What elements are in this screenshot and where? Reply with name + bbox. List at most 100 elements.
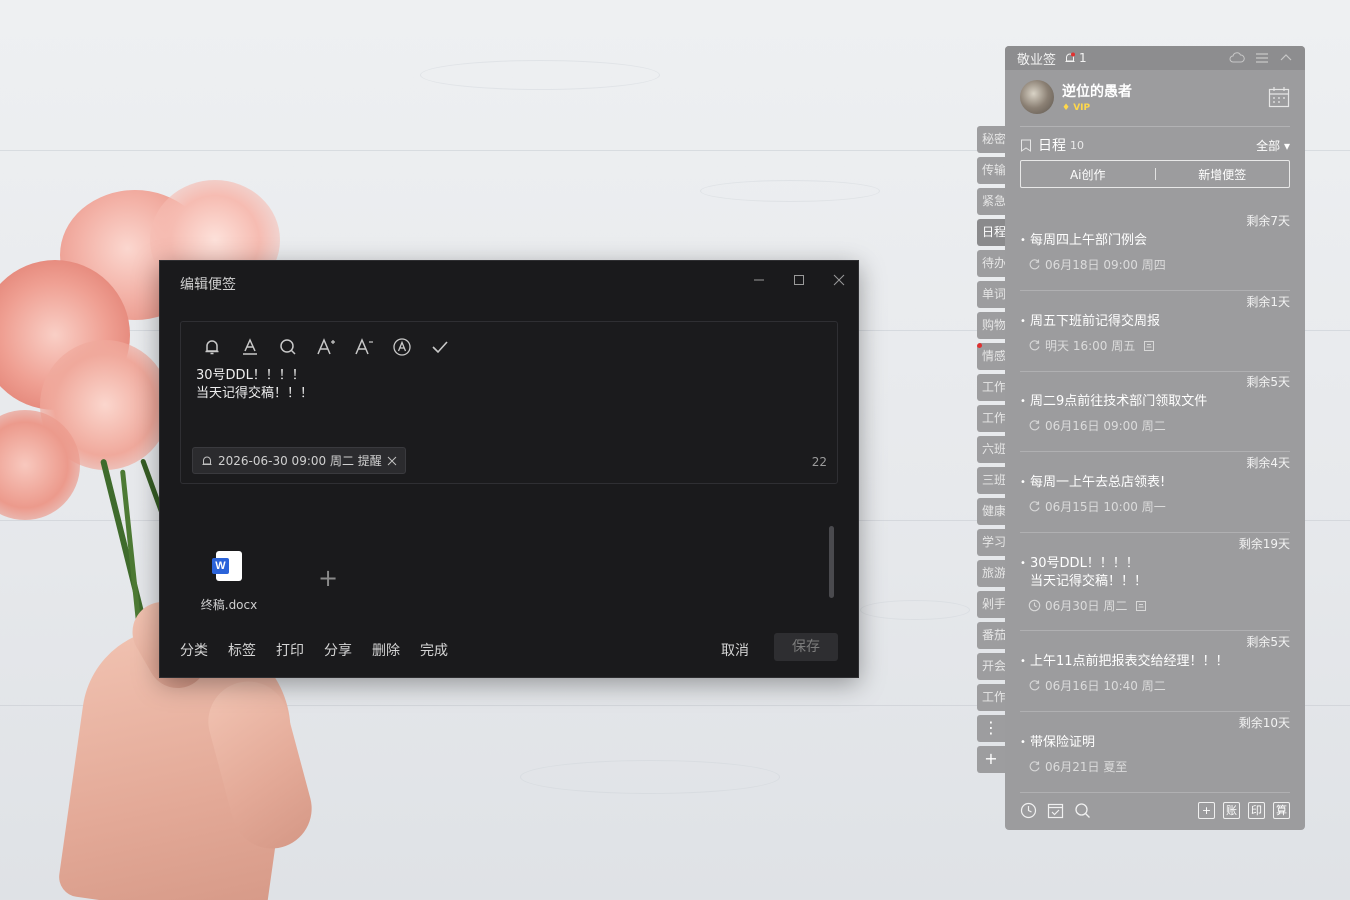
event-item[interactable]: 剩余7天每周四上午部门例会 06月18日 09:00 周四 xyxy=(1020,212,1290,292)
attachment-scrollbar[interactable] xyxy=(829,526,834,598)
share-button[interactable]: 分享 xyxy=(324,640,352,660)
event-datetime: 明天 16:00 周五 xyxy=(1045,339,1136,353)
remaining-days: 剩余5天 xyxy=(1246,375,1290,389)
category-tab[interactable]: 日程 xyxy=(977,219,1005,246)
category-tab[interactable]: 旅游 xyxy=(977,560,1005,587)
note-editor[interactable]: 30号DDL！！！！ 当天记得交稿！！！ 2026-06-30 09:00 周二… xyxy=(180,321,838,484)
event-meta: 06月30日 周二 xyxy=(1028,597,1147,614)
remaining-days: 剩余4天 xyxy=(1246,456,1290,470)
event-datetime: 06月30日 周二 xyxy=(1045,599,1128,613)
minimize-button[interactable] xyxy=(748,271,770,293)
category-tab[interactable]: 工作 xyxy=(977,684,1005,711)
user-profile[interactable]: 逆位的愚者 ♦ VIP xyxy=(1020,80,1132,114)
tag-button[interactable]: 标签 xyxy=(228,640,256,660)
schedule-count: 10 xyxy=(1070,138,1084,152)
more-categories-button[interactable]: ⋮ xyxy=(977,715,1005,742)
word-document-icon: W xyxy=(212,551,242,581)
category-tab[interactable]: 工作 xyxy=(977,405,1005,432)
schedule-header: 日程 10 全部 ▾ xyxy=(1020,135,1290,155)
add-note-button[interactable]: + xyxy=(1198,801,1215,819)
complete-button[interactable]: 完成 xyxy=(420,640,448,660)
reminder-chip[interactable]: 2026-06-30 09:00 周二 提醒 xyxy=(192,447,406,474)
character-count: 22 xyxy=(811,455,827,469)
close-icon xyxy=(833,274,845,286)
category-tab[interactable]: 单词 xyxy=(977,281,1005,308)
font-color-icon xyxy=(243,338,257,355)
maximize-button[interactable] xyxy=(788,271,810,293)
category-tabs: 秘密 传输 紧急 日程 待办 单词 购物 情感 工作 工作 六班 三班 健康 学习 旅游 剁手 番茄 开会 工作 ⋮ + xyxy=(977,126,1005,777)
event-item[interactable]: 剩余19天 30号DDL！！！！ 当天记得交稿！！！ 06月30日 周二 xyxy=(1020,535,1290,632)
attachment-name: 终稿.docx xyxy=(200,598,258,612)
category-button[interactable]: 分类 xyxy=(180,640,208,660)
reminder-button[interactable] xyxy=(199,336,225,358)
filter-dropdown[interactable]: 全部 ▾ xyxy=(1256,137,1290,154)
font-decrease-button[interactable] xyxy=(351,336,377,358)
print-button[interactable]: 印 xyxy=(1248,801,1265,819)
event-item[interactable]: 剩余5天周二9点前往技术部门领取文件 06月16日 09:00 周二 xyxy=(1020,373,1290,453)
font-increase-button[interactable] xyxy=(313,336,339,358)
category-tab[interactable]: 六班 xyxy=(977,436,1005,463)
repeat-icon xyxy=(1029,420,1040,431)
search-icon[interactable] xyxy=(1074,802,1091,819)
add-category-button[interactable]: + xyxy=(977,746,1005,773)
note-content[interactable]: 30号DDL！！！！ 当天记得交稿！！！ xyxy=(196,367,313,403)
category-tab[interactable]: 开会 xyxy=(977,653,1005,680)
attachment-icon xyxy=(1144,340,1155,351)
close-button[interactable] xyxy=(828,271,850,293)
new-note-button[interactable]: 新增便签 xyxy=(1156,166,1290,183)
avatar[interactable] xyxy=(1020,80,1054,114)
remaining-days: 剩余7天 xyxy=(1246,214,1290,228)
cloud-sync-icon[interactable] xyxy=(1229,52,1245,64)
bell-icon xyxy=(1065,52,1076,62)
category-tab[interactable]: 待办 xyxy=(977,250,1005,277)
calculate-button[interactable]: 算 xyxy=(1273,801,1290,819)
search-button[interactable] xyxy=(275,336,301,358)
category-tab[interactable]: 番茄 xyxy=(977,622,1005,649)
panel-bottom-toolbar: + 账 印 算 xyxy=(1005,790,1305,830)
clock-icon xyxy=(1028,599,1041,612)
add-attachment-button[interactable]: + xyxy=(318,566,338,590)
event-item[interactable]: 剩余4天每周一上午去总店领表! 06月15日 10:00 周一 xyxy=(1020,454,1290,534)
save-button[interactable]: 保存 xyxy=(774,633,838,661)
remove-reminder-icon[interactable] xyxy=(387,456,397,466)
collapse-icon[interactable] xyxy=(1279,52,1293,64)
category-tab[interactable]: 剁手 xyxy=(977,591,1005,618)
category-tab[interactable]: 情感 xyxy=(977,343,1005,370)
account-button[interactable]: 账 xyxy=(1223,801,1240,819)
event-datetime: 06月21日 夏至 xyxy=(1045,760,1128,774)
category-tab[interactable]: 秘密 xyxy=(977,126,1005,153)
category-tab[interactable]: 健康 xyxy=(977,498,1005,525)
text-color-button[interactable] xyxy=(237,336,263,358)
event-divider xyxy=(1020,371,1290,372)
user-name: 逆位的愚者 xyxy=(1062,84,1132,100)
category-tab[interactable]: 购物 xyxy=(977,312,1005,339)
event-meta: 06月15日 10:00 周一 xyxy=(1028,498,1166,515)
category-tab[interactable]: 工作 xyxy=(977,374,1005,401)
bell-outline-icon xyxy=(202,456,212,465)
event-item[interactable]: 剩余5天上午11点前把报表交给经理！！！ 06月16日 10:40 周二 xyxy=(1020,633,1290,713)
delete-button[interactable]: 删除 xyxy=(372,640,400,660)
print-button[interactable]: 打印 xyxy=(276,640,304,660)
notification-bell[interactable]: 1 xyxy=(1064,51,1087,65)
ai-create-button[interactable]: Ai创作 xyxy=(1021,166,1155,183)
category-tab[interactable]: 学习 xyxy=(977,529,1005,556)
category-tab[interactable]: 三班 xyxy=(977,467,1005,494)
search-icon xyxy=(280,339,296,355)
cancel-button[interactable]: 取消 xyxy=(721,640,749,660)
attachment-file[interactable]: W 终稿.docx xyxy=(198,551,260,613)
todo-check-icon[interactable] xyxy=(1047,802,1064,819)
menu-icon[interactable] xyxy=(1255,52,1269,64)
category-tab[interactable]: 传输 xyxy=(977,157,1005,184)
event-item[interactable]: 剩余1天周五下班前记得交周报明天 16:00 周五 xyxy=(1020,293,1290,373)
repeat-icon xyxy=(1029,259,1040,270)
repeat-icon xyxy=(1029,501,1040,512)
calendar-icon[interactable] xyxy=(1268,86,1290,108)
event-item[interactable]: 剩余10天带保险证明 06月21日 夏至 xyxy=(1020,714,1290,794)
remaining-days: 剩余1天 xyxy=(1246,295,1290,309)
event-divider xyxy=(1020,532,1290,533)
clock-icon[interactable] xyxy=(1020,802,1037,819)
format-button[interactable] xyxy=(389,336,415,358)
category-tab[interactable]: 紧急 xyxy=(977,188,1005,215)
repeat-icon xyxy=(1029,680,1040,691)
done-check-button[interactable] xyxy=(427,336,453,358)
